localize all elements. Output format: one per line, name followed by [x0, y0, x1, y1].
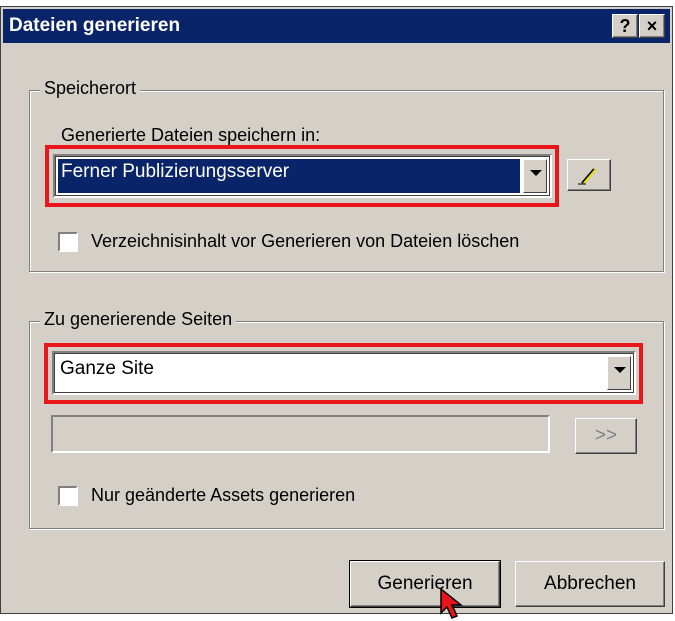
cancel-button[interactable]: Abbrechen [515, 561, 665, 607]
chevron-down-icon[interactable] [607, 356, 631, 390]
only-changed-assets-checkbox[interactable] [58, 486, 78, 506]
pages-group-label: Zu generierende Seiten [40, 309, 237, 330]
pages-scope-value: Ganze Site [60, 358, 154, 379]
clear-directory-label: Verzeichnisinhalt vor Generieren von Dat… [91, 231, 520, 251]
chevron-down-icon[interactable] [523, 159, 547, 193]
close-button[interactable]: × [639, 14, 665, 38]
storage-location-dropdown[interactable]: Ferner Publizierungsserver [53, 154, 552, 198]
save-location-label: Generierte Dateien speichern in: [61, 125, 321, 145]
generate-files-dialog: Dateien generieren ? × Speicherort Gener… [0, 6, 673, 619]
only-changed-assets-label: Nur geänderte Assets generieren [91, 485, 356, 505]
generate-button[interactable]: Generieren [349, 560, 501, 608]
help-button[interactable]: ? [612, 14, 638, 38]
storage-location-value: Ferner Publizierungsserver [61, 161, 290, 182]
clear-directory-checkbox[interactable] [58, 232, 78, 252]
pencil-icon [578, 168, 597, 185]
edit-server-button[interactable] [567, 159, 611, 191]
storage-group-label: Speicherort [40, 78, 141, 99]
dialog-title: Dateien generieren [9, 15, 181, 36]
pages-scope-dropdown[interactable]: Ganze Site [52, 351, 636, 395]
browse-pages-button: >> [575, 418, 637, 454]
title-bar[interactable]: Dateien generieren ? × [3, 9, 670, 43]
page-path-field [51, 415, 550, 453]
mouse-cursor-icon [440, 587, 464, 619]
